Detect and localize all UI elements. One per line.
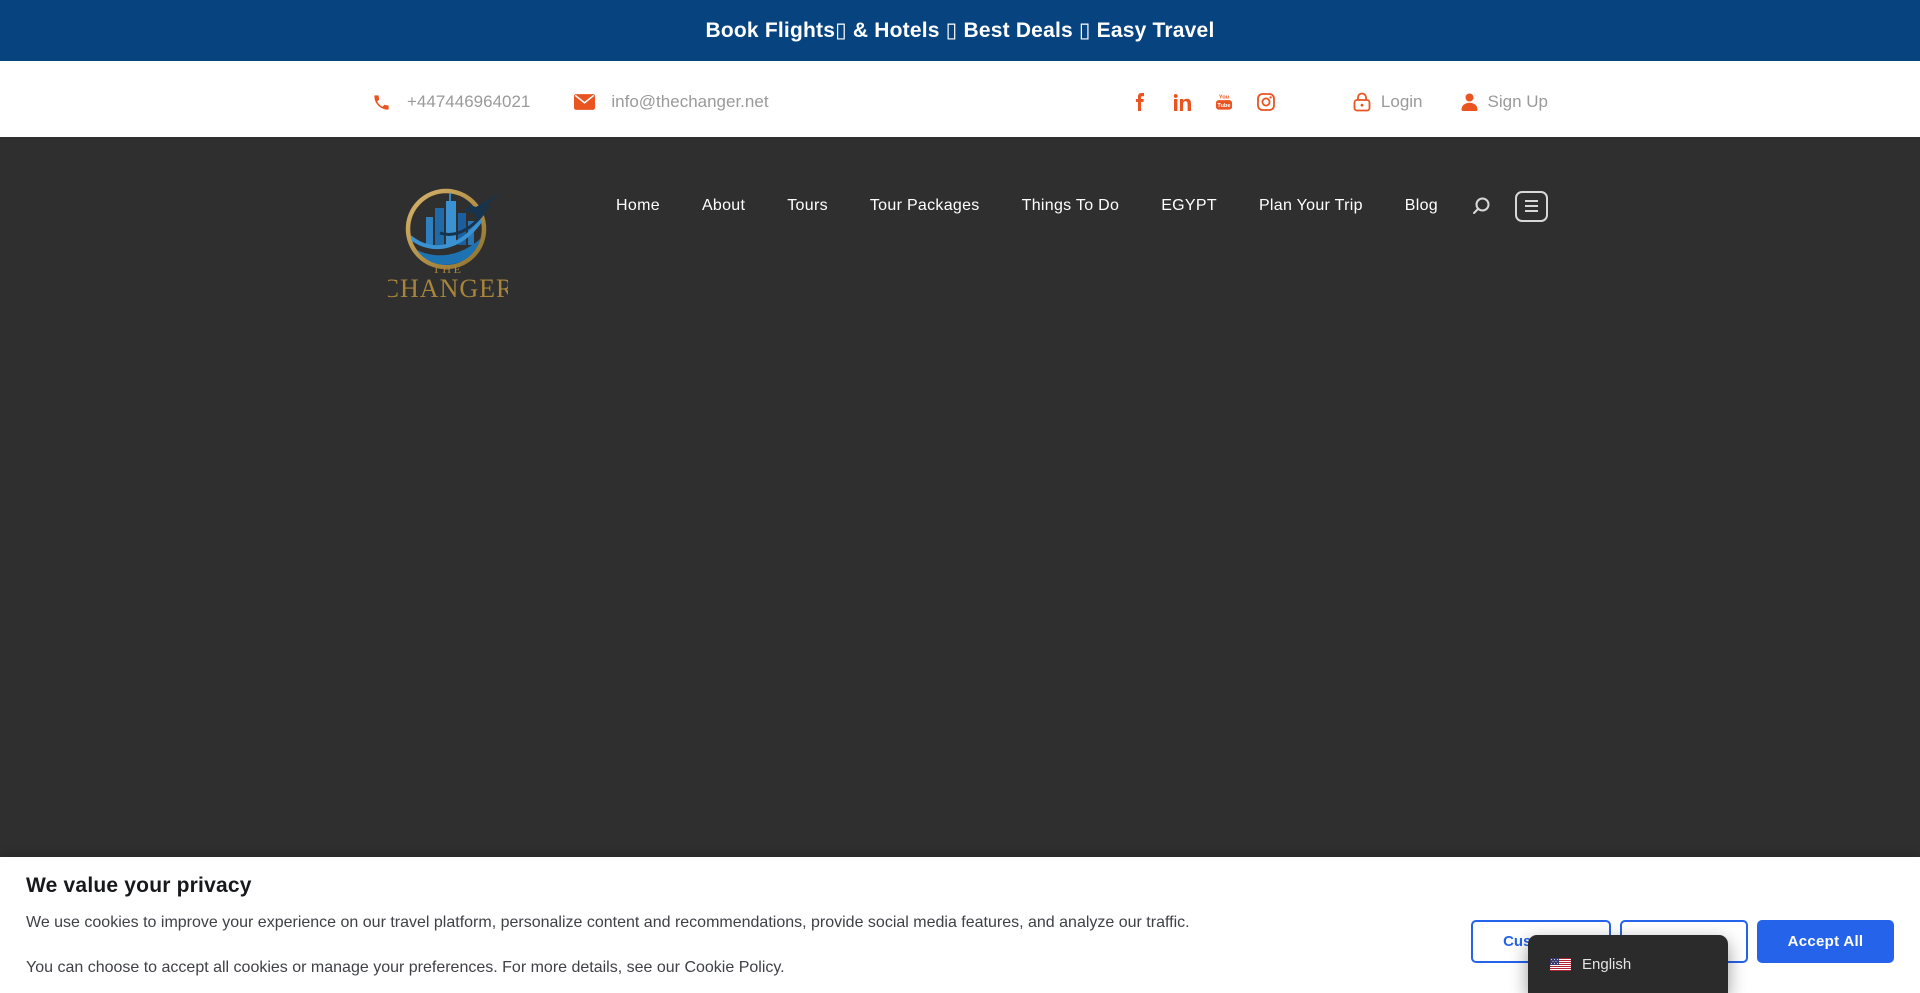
user-icon [1461,93,1478,111]
nav-item-tour-packages[interactable]: Tour Packages [849,187,1001,225]
contact-header: +447446964021 info@thechanger.net You Tu… [0,61,1920,137]
svg-text:You: You [1219,95,1230,101]
main-navigation: Home About Tours Tour Packages Things To… [595,187,1548,225]
header-right: You Tube Login Sign Up [1131,92,1548,112]
facebook-icon[interactable] [1131,93,1149,111]
lock-icon [1353,92,1371,112]
instagram-icon[interactable] [1257,93,1275,111]
linkedin-icon[interactable] [1173,93,1191,111]
logo-text-changer: CHANGER [388,274,508,303]
svg-text:Tube: Tube [1217,103,1230,109]
nav-item-plan-your-trip[interactable]: Plan Your Trip [1238,187,1384,225]
nav-item-tours[interactable]: Tours [766,187,849,225]
signup-button[interactable]: Sign Up [1461,92,1548,112]
language-selector[interactable]: English [1528,935,1728,993]
us-flag-icon [1550,957,1571,971]
signup-label: Sign Up [1487,92,1548,111]
email-link[interactable]: info@thechanger.net [574,92,769,112]
menu-toggle-icon[interactable] [1515,190,1548,222]
email-address: info@thechanger.net [611,92,769,111]
login-button[interactable]: Login [1353,92,1423,112]
announcement-bar: Book Flights▯ & Hotels ▯ Best Deals ▯ Ea… [0,0,1920,61]
nav-item-things-to-do[interactable]: Things To Do [1001,187,1141,225]
accept-all-button[interactable]: Accept All [1757,920,1894,963]
site-logo[interactable]: THE CHANGER [382,187,513,308]
phone-number: +447446964021 [407,92,531,111]
social-links: You Tube [1131,93,1275,111]
search-icon[interactable] [1471,196,1491,216]
nav-item-blog[interactable]: Blog [1384,187,1459,225]
nav-item-about[interactable]: About [681,187,766,225]
nav-item-home[interactable]: Home [595,187,681,225]
youtube-icon[interactable]: You Tube [1215,93,1233,111]
login-label: Login [1380,92,1423,111]
cookie-title: We value your privacy [26,874,252,897]
phone-link[interactable]: +447446964021 [372,92,530,112]
language-label: English [1582,955,1632,973]
contact-group: +447446964021 info@thechanger.net [372,92,769,112]
email-icon [574,94,596,110]
nav-item-egypt[interactable]: EGYPT [1140,187,1238,225]
phone-icon [374,94,389,110]
announcement-text: Book Flights▯ & Hotels ▯ Best Deals ▯ Ea… [705,19,1215,42]
